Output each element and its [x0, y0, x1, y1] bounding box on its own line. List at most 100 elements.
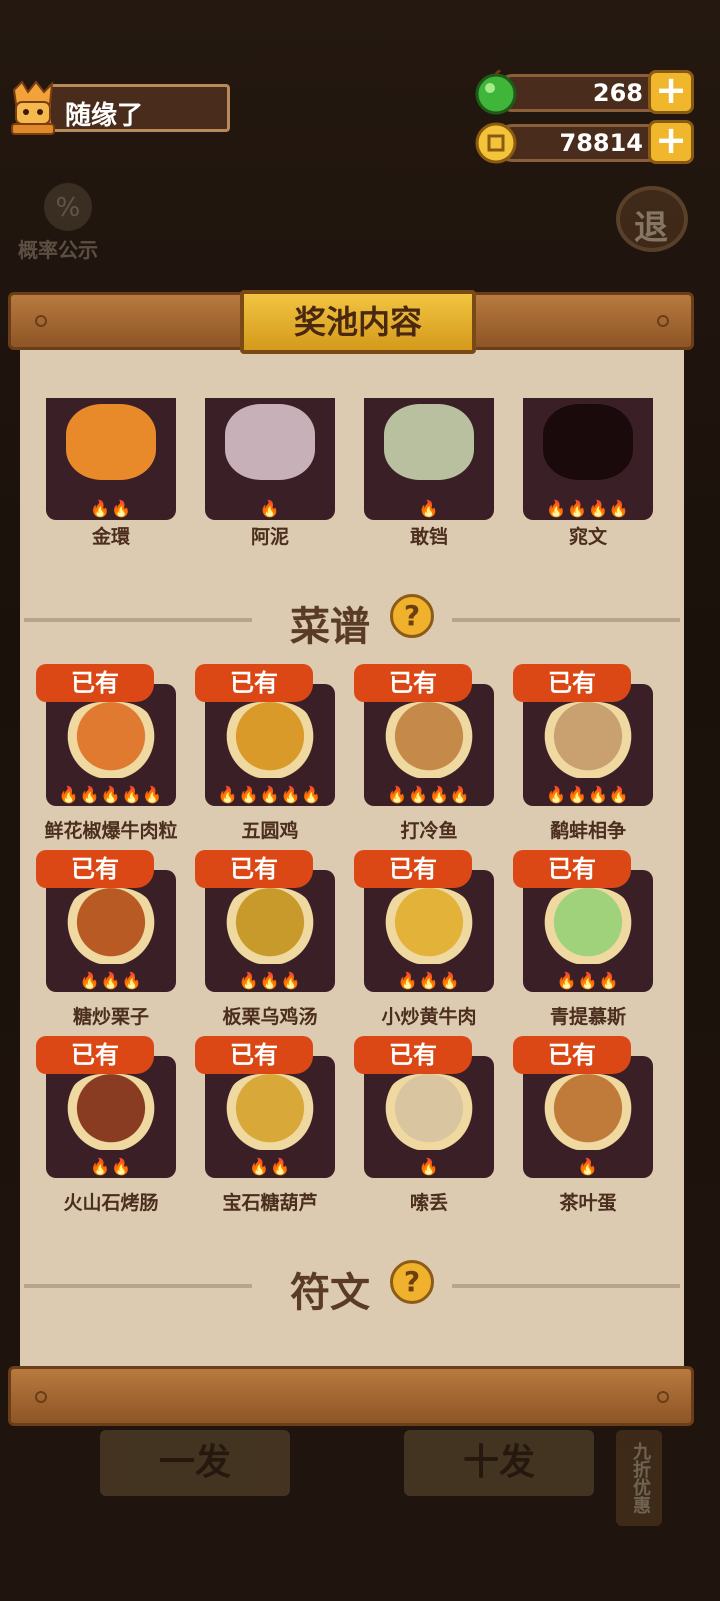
dish-art: [66, 1074, 156, 1150]
owned-badge: 已有: [36, 664, 154, 702]
owned-badge: 已有: [36, 850, 154, 888]
rarity-flames: 🔥: [418, 499, 440, 518]
rarity-flames: 🔥🔥🔥🔥: [546, 785, 630, 804]
character-art: [384, 404, 474, 480]
user-profile[interactable]: 随缘了: [6, 80, 230, 136]
divider-line: [24, 1284, 252, 1288]
owned-badge: 已有: [354, 850, 472, 888]
owned-badge: 已有: [195, 850, 313, 888]
character-card[interactable]: 🔥: [364, 398, 494, 520]
add-coins-button[interactable]: +: [648, 120, 694, 164]
ten-draw-button[interactable]: 十发: [404, 1430, 594, 1496]
divider-line: [452, 1284, 680, 1288]
discount-badge: 九折优惠: [616, 1430, 662, 1526]
dish-art: [225, 702, 315, 778]
dish-art: [384, 702, 474, 778]
draw-buttons: 一发 十发: [100, 1430, 600, 1500]
rarity-flames: 🔥🔥🔥🔥🔥: [217, 785, 323, 804]
recipe-name: 糖炒栗子: [72, 1006, 149, 1028]
rarity-flames: 🔥: [577, 1157, 599, 1176]
character-card[interactable]: 🔥🔥🔥🔥: [523, 398, 653, 520]
dish-art: [66, 888, 156, 964]
exit-label: 退: [634, 208, 668, 248]
rivet: [35, 1391, 47, 1403]
panel-title: 奖池内容: [293, 303, 422, 341]
recipe-card[interactable]: 🔥🔥🔥: [46, 870, 176, 992]
recipe-name: 茶叶蛋: [559, 1192, 617, 1214]
recipe-card[interactable]: 🔥🔥🔥🔥: [523, 684, 653, 806]
recipes-section-header: 菜谱 ?: [24, 590, 680, 650]
recipes-help-icon[interactable]: ?: [390, 594, 434, 638]
rivet: [35, 315, 47, 327]
rarity-flames: 🔥🔥: [90, 1157, 132, 1176]
recipe-card[interactable]: 🔥🔥🔥🔥: [364, 684, 494, 806]
recipe-card[interactable]: 🔥: [364, 1056, 494, 1178]
dish-art: [543, 702, 633, 778]
single-draw-button[interactable]: 一发: [100, 1430, 290, 1496]
rivet: [657, 315, 669, 327]
gear-percent-icon: %: [44, 183, 92, 231]
recipe-card[interactable]: 🔥🔥: [46, 1056, 176, 1178]
recipe-name: 鹬蚌相争: [549, 820, 626, 842]
recipe-card[interactable]: 🔥🔥: [205, 1056, 335, 1178]
character-card[interactable]: 🔥: [205, 398, 335, 520]
dish-art: [543, 1074, 633, 1150]
owned-badge: 已有: [513, 1036, 631, 1074]
recipe-name: 青提慕斯: [549, 1006, 626, 1028]
owned-badge: 已有: [513, 664, 631, 702]
recipe-card[interactable]: 🔥: [523, 1056, 653, 1178]
recipe-card[interactable]: 🔥🔥🔥🔥🔥: [205, 684, 335, 806]
rarity-flames: 🔥🔥🔥: [556, 971, 620, 990]
rarity-flames: 🔥🔥🔥: [238, 971, 302, 990]
recipe-card[interactable]: 🔥🔥🔥🔥🔥: [46, 684, 176, 806]
recipe-name: 宝石糖葫芦: [222, 1192, 318, 1214]
rarity-flames: 🔥🔥🔥🔥🔥: [58, 785, 164, 804]
dish-art: [225, 1074, 315, 1150]
probability-button[interactable]: % 概率公示: [18, 180, 118, 262]
recipe-card[interactable]: 🔥🔥🔥: [364, 870, 494, 992]
recipe-name: 嗦丢: [409, 1192, 448, 1214]
dish-art: [225, 888, 315, 964]
rarity-flames: 🔥🔥🔥: [397, 971, 461, 990]
owned-badge: 已有: [195, 1036, 313, 1074]
recipe-name: 鲜花椒爆牛肉粒: [44, 820, 178, 842]
scroll-rod-bottom: [8, 1366, 694, 1426]
rarity-flames: 🔥🔥🔥🔥: [546, 499, 630, 518]
svg-text:%: %: [56, 193, 81, 223]
divider-line: [452, 618, 680, 622]
gem-value: 268: [592, 79, 643, 107]
recipe-name: 小炒黄牛肉: [381, 1006, 477, 1028]
rarity-flames: 🔥🔥🔥🔥: [387, 785, 471, 804]
character-art: [543, 404, 633, 480]
rarity-flames: 🔥🔥🔥: [79, 971, 143, 990]
runes-title: 符文: [290, 1270, 370, 1316]
add-gems-button[interactable]: +: [648, 70, 694, 114]
character-name: 金環: [91, 526, 130, 548]
exit-button[interactable]: 退: [616, 186, 688, 252]
probability-label: 概率公示: [18, 238, 98, 262]
dish-art: [384, 888, 474, 964]
owned-badge: 已有: [36, 1036, 154, 1074]
coin-icon: [475, 122, 517, 164]
coin-counter: 78814 +: [474, 120, 694, 166]
owned-badge: 已有: [513, 850, 631, 888]
rivet: [657, 1391, 669, 1403]
coin-value: 78814: [559, 129, 644, 157]
runes-help-icon[interactable]: ?: [390, 1260, 434, 1304]
dish-art: [384, 1074, 474, 1150]
character-name: 敢铛: [409, 526, 448, 548]
divider-line: [24, 618, 252, 622]
dish-art: [543, 888, 633, 964]
rarity-flames: 🔥: [418, 1157, 440, 1176]
recipes-title: 菜谱: [290, 604, 370, 650]
user-name: 随缘了: [65, 101, 144, 131]
recipe-card[interactable]: 🔥🔥🔥: [205, 870, 335, 992]
recipe-name: 打冷鱼: [400, 820, 458, 842]
gem-counter: 268 +: [474, 70, 694, 116]
rarity-flames: 🔥: [259, 499, 281, 518]
recipe-card[interactable]: 🔥🔥🔥: [523, 870, 653, 992]
character-card[interactable]: 🔥🔥: [46, 398, 176, 520]
recipe-name: 五圆鸡: [241, 820, 299, 842]
rarity-flames: 🔥🔥: [249, 1157, 291, 1176]
owned-badge: 已有: [195, 664, 313, 702]
